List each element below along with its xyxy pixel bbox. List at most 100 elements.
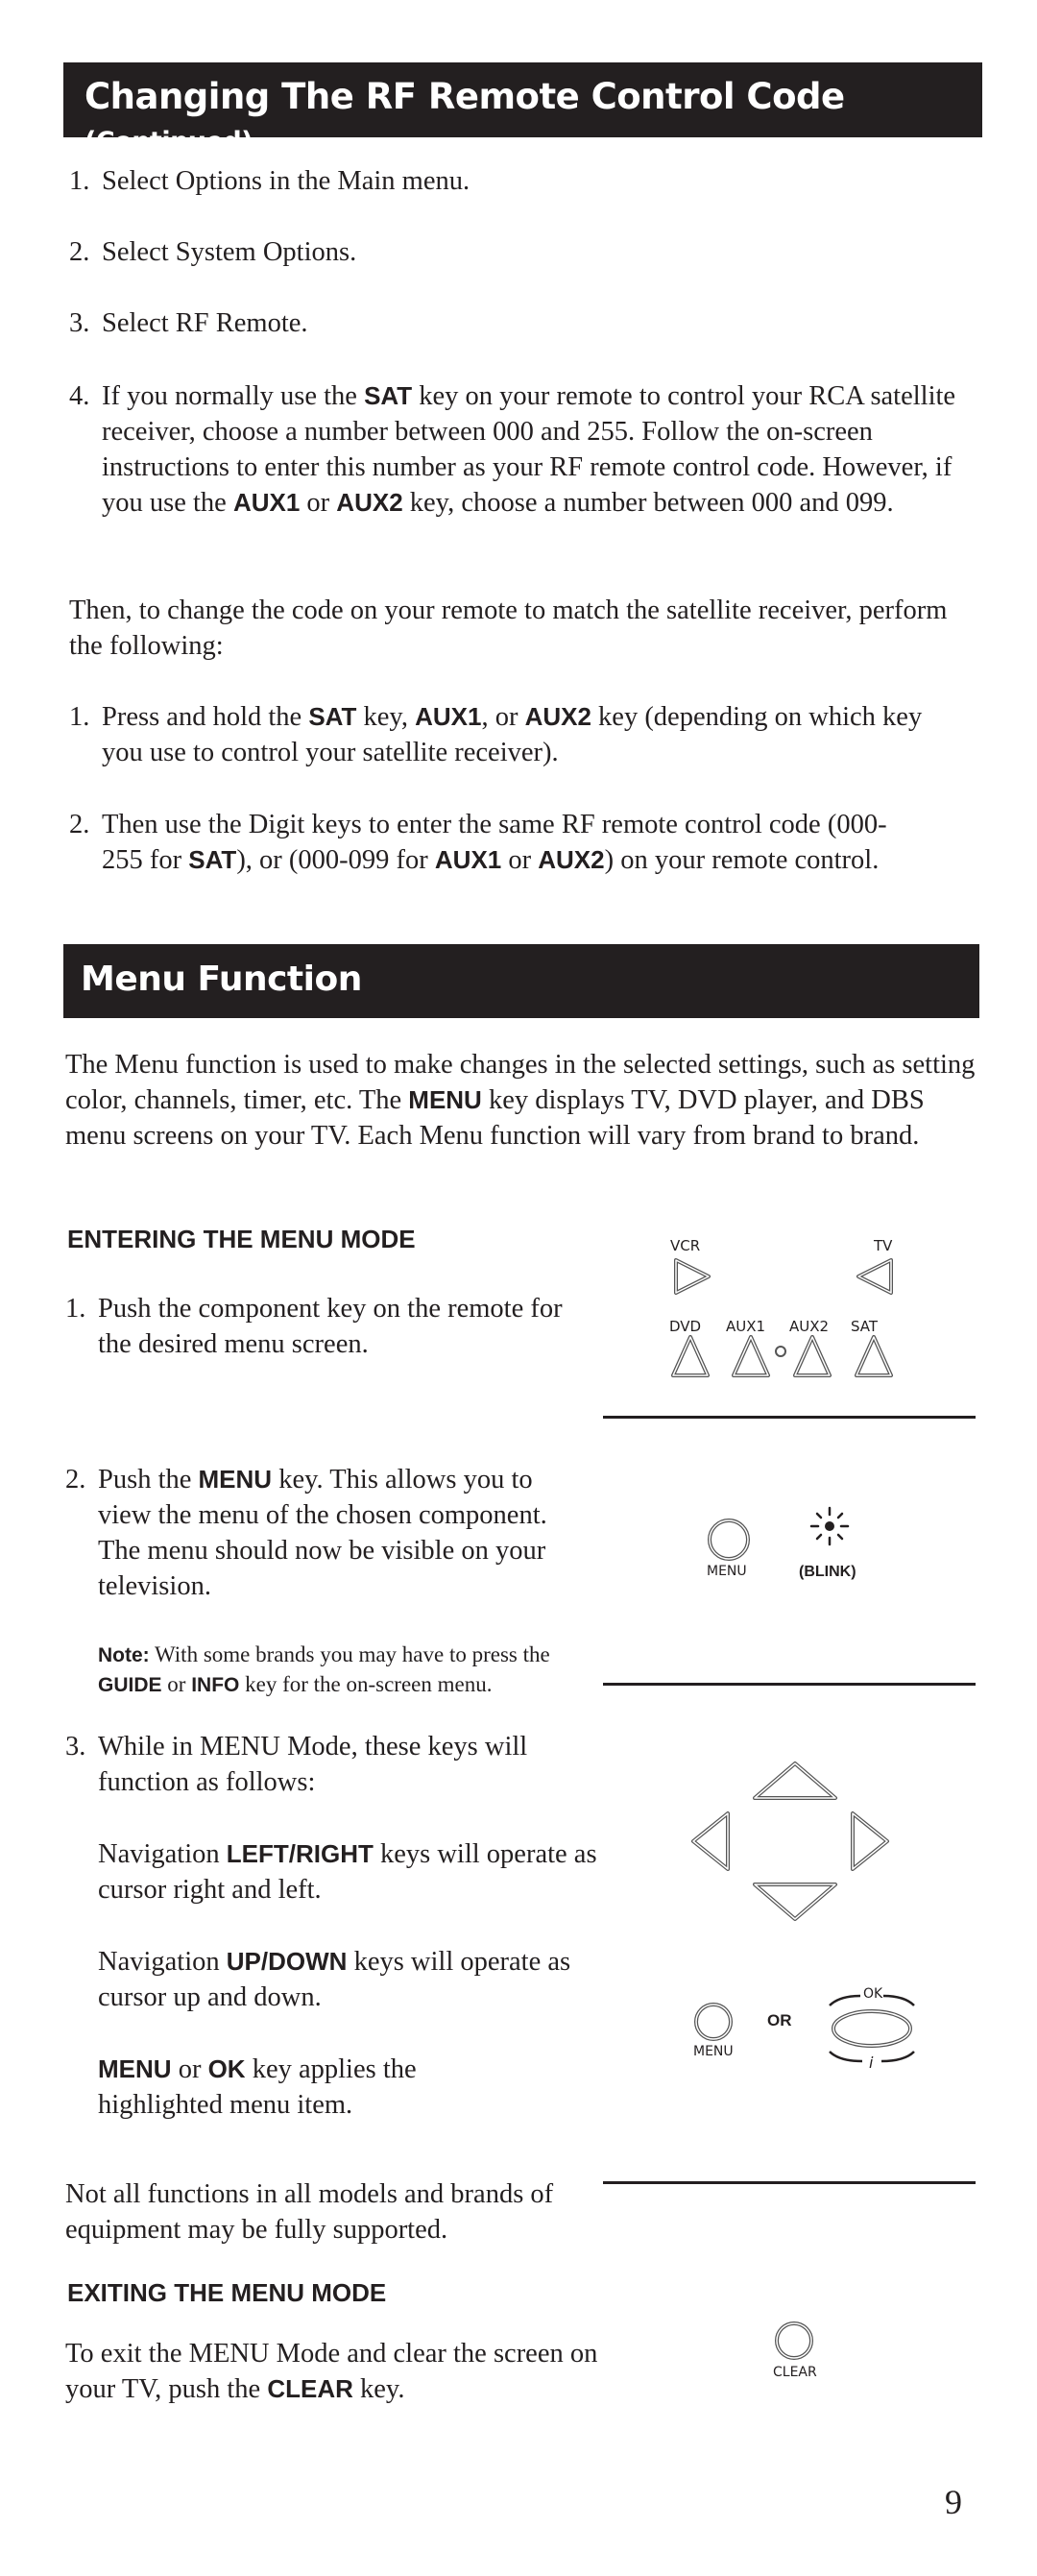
step-number: 4. [69, 381, 90, 411]
step-text: While in MENU Mode, these keys will func… [98, 1732, 528, 1797]
blink-indicator-icon [809, 1506, 850, 1546]
dvd-key-icon[interactable] [669, 1333, 711, 1381]
key-name: AUX1 [434, 845, 502, 874]
key-name: INFO [191, 1674, 240, 1696]
step-number: 2. [65, 1465, 86, 1495]
text: ) on your remote control. [604, 845, 880, 875]
text: Push the [98, 1465, 199, 1495]
key-name: CLEAR [267, 2374, 353, 2403]
up-arrow-key-icon[interactable] [749, 1760, 841, 1804]
entering-menu-mode-heading: ENTERING THE MENU MODE [67, 1225, 416, 1253]
step-text: Push the component key on the remote for… [98, 1294, 563, 1359]
key-name: AUX2 [336, 488, 403, 517]
text: Navigation [98, 1947, 227, 1977]
section-title: Changing The RF Remote Control Code (Con… [84, 76, 982, 158]
step-text: Select Options in the Main menu. [102, 166, 470, 196]
text: Navigation [98, 1839, 227, 1869]
step-4: 4. If you normally use the SAT key on you… [69, 378, 981, 521]
blink-label: (BLINK) [799, 1564, 856, 1580]
key-name: LEFT/RIGHT [226, 1839, 374, 1868]
down-arrow-key-icon[interactable] [749, 1879, 841, 1923]
text: key. [352, 2374, 405, 2404]
text: Press and hold the [102, 702, 309, 732]
text: With some brands you may have to press t… [149, 1642, 550, 1666]
note-label: Note: [98, 1644, 150, 1666]
menu-intro-paragraph: The Menu function is used to make change… [65, 1047, 977, 1154]
key-name: MENU [98, 2054, 172, 2083]
text: If you normally use the [102, 381, 365, 411]
text: key, choose a number between 000 and 099… [402, 488, 894, 518]
nav-up-down-text: Navigation UP/DOWN keys will operate as … [98, 1944, 578, 2015]
vcr-label: VCR [670, 1237, 701, 1254]
key-name: SAT [308, 702, 357, 731]
section-title-suffix: (Continued) [84, 127, 253, 157]
step-number: 1. [69, 702, 90, 732]
step-number: 3. [69, 308, 90, 338]
substep-1: 1. Press and hold the SAT key, AUX1, or A… [69, 699, 953, 770]
info-icon: i [869, 2054, 874, 2072]
ok-label: OK [863, 1986, 883, 2002]
left-arrow-key-icon[interactable] [689, 1810, 734, 1873]
divider [603, 1683, 976, 1686]
menu-key-label: MENU [707, 1564, 747, 1579]
menu-key-icon[interactable] [707, 1518, 751, 1562]
apply-text: MENU or OK key applies the highlighted m… [98, 2052, 520, 2123]
exit-instructions: To exit the MENU Mode and clear the scre… [65, 2336, 603, 2407]
aux1-key-icon[interactable] [730, 1333, 772, 1381]
key-name: OK [207, 2054, 246, 2083]
key-name: GUIDE [98, 1674, 162, 1696]
key-name: SAT [188, 845, 237, 874]
text: key for the on-screen menu. [239, 1672, 493, 1696]
text: or [161, 1672, 192, 1696]
entering-step-2: 2. Push the MENU key. This allows you to … [65, 1462, 584, 1604]
nav-left-right-text: Navigation LEFT/RIGHT keys will operate … [98, 1836, 597, 1908]
step-2: 2. Select System Options. [69, 234, 972, 270]
aux2-key-icon[interactable] [791, 1333, 833, 1381]
key-name: AUX2 [524, 702, 591, 731]
entering-step-3: 3. While in MENU Mode, these keys will fu… [65, 1729, 584, 1800]
key-name: MENU [408, 1085, 482, 1114]
exiting-menu-mode-heading: EXITING THE MENU MODE [67, 2278, 387, 2307]
step-1: 1. Select Options in the Main menu. [69, 163, 972, 199]
key-name: UP/DOWN [226, 1947, 348, 1976]
section-banner-menu-function: Menu Function [63, 944, 979, 1018]
note-guide-info: Note: With some brands you may have to p… [98, 1640, 597, 1700]
step-text: Select System Options. [102, 237, 357, 267]
section-title: Menu Function [81, 960, 362, 999]
text: key, [356, 702, 416, 732]
clear-key-label: CLEAR [773, 2365, 817, 2380]
text: ), or (000-099 for [236, 845, 435, 875]
menu-key-label: MENU [693, 2044, 734, 2059]
key-name: AUX1 [415, 702, 482, 731]
step-number: 2. [69, 237, 90, 267]
then-paragraph: Then, to change the code on your remote … [69, 595, 948, 661]
key-name: AUX1 [232, 488, 301, 517]
or-label: OR [767, 2011, 792, 2029]
entering-step-1: 1. Push the component key on the remote f… [65, 1291, 584, 1362]
step-text: Select RF Remote. [102, 308, 308, 338]
text: , or [481, 702, 525, 732]
page-number: 9 [945, 2483, 962, 2521]
text: or [171, 2054, 208, 2084]
tv-key-icon[interactable] [853, 1256, 895, 1299]
key-name: SAT [364, 381, 413, 410]
text: or [501, 845, 539, 875]
tv-label: TV [874, 1237, 893, 1254]
key-name: AUX2 [538, 845, 605, 874]
substep-2: 2. Then use the Digit keys to enter the s… [69, 807, 914, 878]
step-number: 3. [65, 1732, 86, 1762]
vcr-key-icon[interactable] [672, 1256, 714, 1299]
menu-key-icon[interactable] [693, 2002, 734, 2042]
step-number: 2. [69, 810, 90, 839]
right-arrow-key-icon[interactable] [847, 1810, 891, 1873]
step-number: 1. [69, 166, 90, 196]
clear-key-icon[interactable] [774, 2321, 814, 2361]
section-title-text: Changing The RF Remote Control Code [84, 76, 845, 117]
section-banner-rf-remote: Changing The RF Remote Control Code (Con… [63, 62, 982, 157]
step-3: 3. Select RF Remote. [69, 305, 972, 341]
step-number: 1. [65, 1294, 86, 1324]
sat-key-icon[interactable] [853, 1333, 895, 1381]
key-name: MENU [198, 1465, 273, 1494]
text: or [300, 488, 337, 518]
support-note: Not all functions in all models and bran… [65, 2179, 554, 2245]
